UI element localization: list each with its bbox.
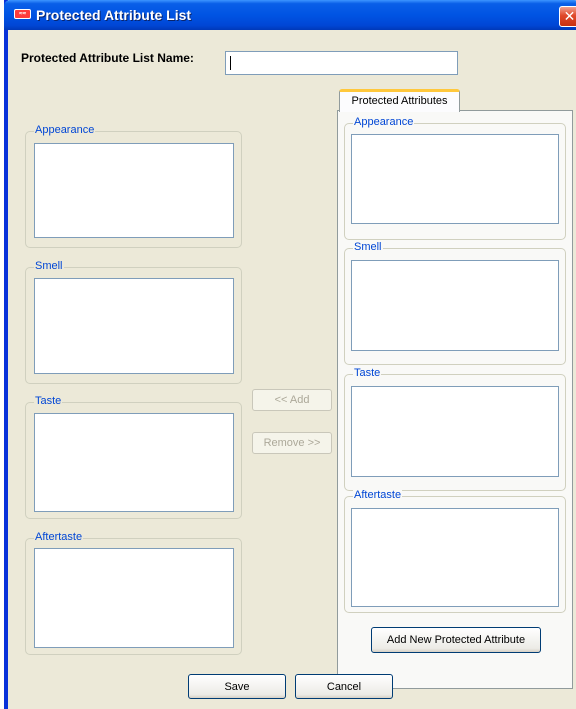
list-name-label: Protected Attribute List Name:: [21, 51, 194, 65]
add-button[interactable]: << Add: [252, 389, 332, 411]
add-new-protected-attribute-button[interactable]: Add New Protected Attribute: [371, 627, 541, 653]
remove-button[interactable]: Remove >>: [252, 432, 332, 454]
available-appearance-list[interactable]: [34, 143, 234, 238]
group-label: Smell: [34, 260, 64, 272]
list-name-input[interactable]: [225, 51, 458, 75]
close-icon[interactable]: ✕: [559, 6, 576, 27]
protected-aftertaste-list[interactable]: [351, 508, 559, 607]
protected-taste-list[interactable]: [351, 386, 559, 477]
available-group-appearance: Appearance: [25, 124, 242, 248]
group-label: Appearance: [353, 116, 415, 128]
group-label: Appearance: [34, 124, 96, 136]
protected-group-smell: Smell: [344, 241, 566, 365]
app-icon: ≈≈: [14, 9, 31, 19]
protected-attributes-panel: Appearance Smell Taste Aftertaste Add Ne…: [337, 110, 573, 689]
group-label: Aftertaste: [34, 531, 84, 543]
protected-appearance-list[interactable]: [351, 134, 559, 224]
protected-group-taste: Taste: [344, 367, 566, 491]
available-group-taste: Taste: [25, 395, 242, 519]
available-taste-list[interactable]: [34, 413, 234, 512]
tab-protected-attributes[interactable]: Protected Attributes: [339, 89, 460, 112]
title-bar[interactable]: ≈≈ Protected Attribute List ✕: [4, 0, 576, 30]
available-group-aftertaste: Aftertaste: [25, 531, 242, 655]
protected-group-appearance: Appearance: [344, 116, 566, 240]
group-label: Smell: [353, 241, 383, 253]
window-title: Protected Attribute List: [36, 7, 192, 23]
save-button[interactable]: Save: [188, 674, 286, 699]
group-label: Taste: [353, 367, 382, 379]
protected-group-aftertaste: Aftertaste: [344, 489, 566, 613]
cancel-button[interactable]: Cancel: [295, 674, 393, 699]
available-smell-list[interactable]: [34, 278, 234, 374]
available-aftertaste-list[interactable]: [34, 548, 234, 648]
text-caret: [230, 56, 231, 70]
group-label: Aftertaste: [353, 489, 403, 501]
available-group-smell: Smell: [25, 260, 242, 384]
group-label: Taste: [34, 395, 63, 407]
protected-smell-list[interactable]: [351, 260, 559, 351]
